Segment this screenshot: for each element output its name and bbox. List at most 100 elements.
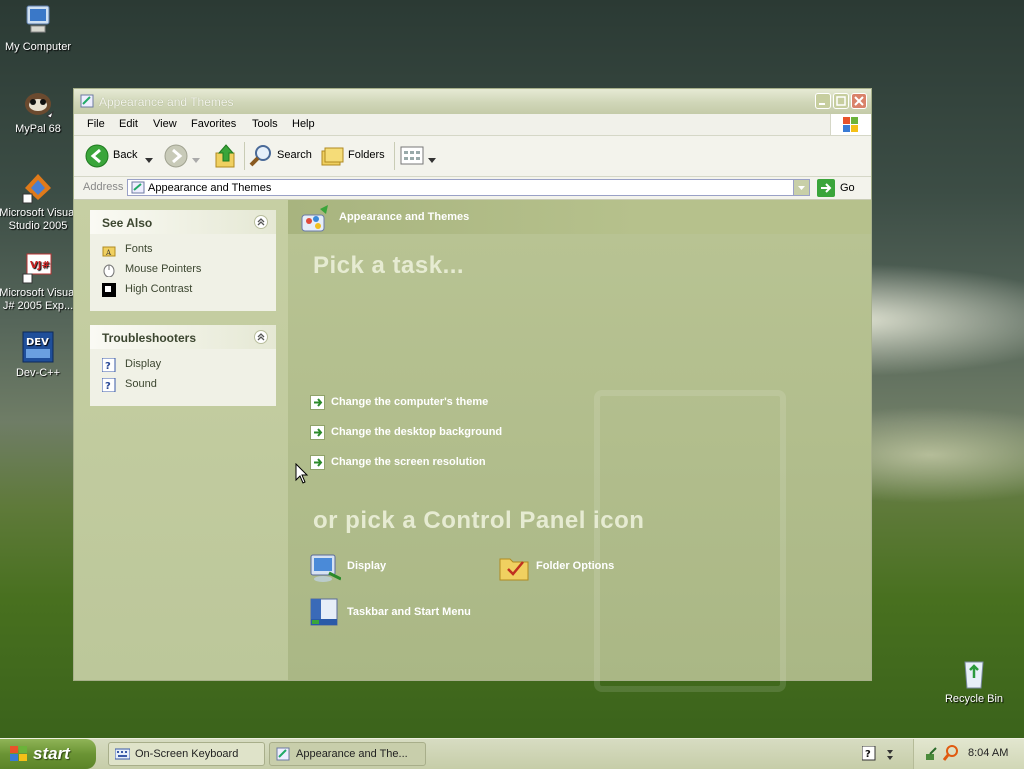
search-button[interactable]: Search: [249, 144, 313, 168]
chevron-down-icon[interactable]: [145, 153, 153, 167]
forward-arrow-icon: [164, 144, 188, 171]
appearance-themes-icon: [298, 205, 330, 238]
search-icon: [249, 144, 273, 171]
desktop-icon-recycle-bin[interactable]: Recycle Bin: [934, 656, 1014, 706]
views-icon: [400, 144, 426, 171]
start-button[interactable]: start: [0, 739, 96, 769]
control-panel-icon: [131, 181, 145, 197]
title-bar[interactable]: Appearance and Themes: [74, 89, 871, 115]
mouse-icon: [102, 263, 116, 278]
taskbar-button-appearance[interactable]: Appearance and The...: [269, 742, 426, 766]
task-arrow-icon: [310, 425, 325, 440]
control-panel-icon: [80, 94, 94, 108]
visual-jsharp-icon: VJ#: [21, 250, 55, 284]
windows-logo-icon: [830, 114, 871, 135]
toolbar-separator: [394, 142, 395, 170]
desktop-icon-visual-jsharp[interactable]: VJ# Microsoft Visual J# 2005 Exp...: [0, 250, 78, 313]
desktop-icon-label: Recycle Bin: [944, 693, 1004, 705]
menu-help[interactable]: Help: [292, 118, 315, 130]
dev-cpp-icon: DEV: [21, 330, 55, 364]
chevron-down-icon[interactable]: [428, 153, 436, 167]
menu-view[interactable]: View: [153, 118, 177, 130]
desktop-icon-visual-studio[interactable]: Microsoft Visual Studio 2005: [0, 170, 78, 233]
forward-button[interactable]: [164, 144, 200, 168]
menu-file[interactable]: File: [87, 118, 105, 130]
toolbar: Back Search Folders: [74, 136, 871, 177]
watermark-decoration: [594, 390, 786, 692]
help-icon[interactable]: ?: [861, 745, 876, 764]
address-bar: Address Appearance and Themes Go: [74, 177, 871, 200]
back-button[interactable]: Back: [85, 144, 155, 168]
minimize-button[interactable]: [815, 93, 831, 109]
troubleshooters-header[interactable]: Troubleshooters: [90, 325, 276, 349]
taskbar-button-osk[interactable]: On-Screen Keyboard: [108, 742, 265, 766]
mypal-icon: [21, 86, 55, 120]
keyboard-icon: [114, 747, 131, 761]
control-panel-icon: [276, 747, 291, 761]
task-arrow-icon: [310, 395, 325, 410]
see-also-header[interactable]: See Also: [90, 210, 276, 234]
display-icon: [309, 551, 342, 583]
explorer-window: Appearance and Themes File Edit View Fav…: [73, 88, 872, 692]
close-button[interactable]: [851, 93, 867, 109]
folders-icon: [320, 144, 344, 171]
desktop-icon-label: My Computer: [4, 41, 72, 53]
desktop-icon-label: Microsoft Visual Studio 2005: [0, 207, 77, 232]
pick-task-heading: Pick a task...: [313, 252, 465, 279]
chevron-down-icon: [798, 186, 805, 190]
views-button[interactable]: [400, 144, 440, 168]
recycle-bin-icon: [957, 656, 991, 690]
windows-logo-icon: [10, 746, 28, 765]
menu-favorites[interactable]: Favorites: [191, 118, 236, 130]
pick-icon-heading: or pick a Control Panel icon: [313, 507, 645, 534]
svg-text:VJ#: VJ#: [30, 260, 50, 271]
network-icon[interactable]: [924, 746, 940, 765]
desktop-icon-label: Dev-C++: [15, 367, 61, 379]
up-folder-button[interactable]: [214, 143, 238, 172]
address-value: Appearance and Themes: [148, 182, 272, 194]
taskbar-start-menu-icon: [309, 597, 341, 629]
back-arrow-icon: [85, 144, 109, 171]
go-arrow-icon: [817, 179, 835, 200]
category-title: Appearance and Themes: [339, 211, 470, 223]
toolbar-separator: [244, 142, 245, 170]
task-pane: See Also A Fonts Mouse Pointers High Con…: [74, 200, 288, 680]
menu-bar: File Edit View Favorites Tools Help: [74, 114, 871, 136]
menu-edit[interactable]: Edit: [119, 118, 138, 130]
my-computer-icon: [21, 4, 55, 38]
desktop-icon-label: Microsoft Visual J# 2005 Exp...: [0, 287, 77, 312]
troubleshooters-panel: Troubleshooters ? Display ? Sound: [90, 325, 276, 406]
address-input[interactable]: Appearance and Themes: [127, 179, 810, 196]
maximize-button[interactable]: [833, 93, 849, 109]
go-button[interactable]: Go: [817, 179, 861, 197]
category-header: Appearance and Themes: [288, 200, 871, 234]
content-area: See Also A Fonts Mouse Pointers High Con…: [74, 200, 871, 692]
taskbar: start On-Screen Keyboard Appearance and …: [0, 738, 1024, 769]
magnifier-icon[interactable]: [942, 745, 959, 764]
system-tray: 8:04 AM: [913, 739, 1024, 769]
chevron-down-icon[interactable]: [192, 153, 200, 167]
address-dropdown-button[interactable]: [793, 180, 809, 195]
help-icon: ?: [101, 357, 116, 373]
collapse-icon[interactable]: [254, 330, 268, 344]
window-title: Appearance and Themes: [99, 95, 234, 109]
collapse-icon[interactable]: [254, 215, 268, 229]
folder-options-icon: [498, 551, 530, 583]
tray-expand-icon[interactable]: [886, 748, 894, 763]
svg-text:?: ?: [865, 749, 871, 760]
clock: 8:04 AM: [968, 747, 1009, 759]
folders-button[interactable]: Folders: [320, 144, 386, 168]
help-icon: ?: [101, 377, 116, 393]
desktop-icon-my-computer[interactable]: My Computer: [0, 4, 78, 54]
svg-text:?: ?: [105, 361, 111, 372]
fonts-folder-icon: A: [102, 243, 116, 257]
see-also-panel: See Also A Fonts Mouse Pointers High Con…: [90, 210, 276, 311]
high-contrast-icon: [102, 283, 116, 297]
desktop-icon-label: MyPal 68: [15, 123, 61, 135]
desktop-icon-mypal[interactable]: MyPal 68: [0, 86, 78, 136]
desktop-icon-dev-cpp[interactable]: DEV Dev-C++: [0, 330, 78, 380]
menu-tools[interactable]: Tools: [252, 118, 278, 130]
visual-studio-icon: [21, 170, 55, 204]
svg-text:?: ?: [105, 381, 111, 392]
svg-text:A: A: [105, 249, 112, 257]
